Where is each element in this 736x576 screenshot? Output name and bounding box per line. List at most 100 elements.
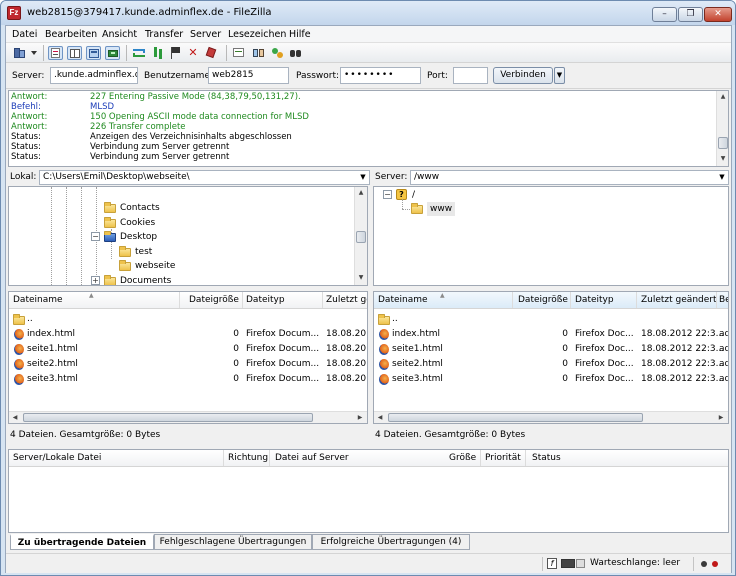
local-tree-scrollbar[interactable]: ▲ ▼ [354,187,367,285]
col-direction[interactable]: Richtung [228,453,268,463]
col-priority[interactable]: Priorität [485,453,521,463]
search-icon[interactable] [289,46,304,60]
remote-directory-tree[interactable]: −? / www [373,186,729,286]
toggle-log-icon[interactable] [48,46,63,60]
log-scrollbar[interactable]: ▲ ▼ [716,91,728,166]
tree-item[interactable]: webseite [9,259,349,273]
reconnect-icon[interactable] [204,46,219,60]
menu-bearbeiten[interactable]: Bearbeiten [45,29,97,40]
minimize-button[interactable]: – [652,7,677,22]
filter-status-icon[interactable]: f [547,558,557,569]
file-row[interactable]: index.html 0 Firefox Doc... 18.08.2012 22:3… [374,327,728,342]
username-input[interactable]: web2815 [208,67,289,84]
compare-icon[interactable] [251,46,266,60]
tree-item[interactable]: Cookies [9,216,349,230]
col-filesize[interactable]: Dateigröße [518,295,568,305]
tree-item[interactable]: test [9,245,349,259]
col-filetype[interactable]: Dateityp [246,295,285,305]
remote-list-hscrollbar[interactable]: ◀ ▶ [374,411,728,423]
dropdown-arrow-icon[interactable] [30,46,39,60]
col-filetype[interactable]: Dateityp [575,295,614,305]
menu-datei[interactable]: Datei [12,29,37,40]
local-path-input[interactable]: C:\Users\Emil\Desktop\webseite\ [39,170,370,185]
file-row[interactable]: seite1.html 0 Firefox Docum... 18.08.2012 [9,342,367,357]
menu-transfer[interactable]: Transfer [145,29,183,40]
toggle-remote-tree-icon[interactable] [86,46,101,60]
sync-browse-icon[interactable] [270,46,285,60]
scroll-right-icon[interactable]: ▶ [715,412,727,423]
local-path-dropdown-icon[interactable]: ▼ [357,171,369,184]
col-filename[interactable]: Dateiname [378,295,428,305]
message-log[interactable]: Antwort: 227 Entering Passive Mode (84,38… [8,90,729,167]
binary-mode-icon[interactable] [561,559,575,568]
scroll-left-icon[interactable]: ◀ [9,412,21,423]
column-separator[interactable] [480,450,481,466]
column-separator[interactable] [322,292,323,308]
file-row[interactable]: index.html 0 Firefox Docum... 18.08.2012 [9,327,367,342]
column-separator[interactable] [269,450,270,466]
collapse-icon[interactable]: − [383,190,392,199]
remote-path-input[interactable]: /www [410,170,729,185]
tab-queued-files[interactable]: Zu übertragende Dateien [10,534,154,550]
tree-item[interactable]: − Desktop [9,230,349,244]
col-size[interactable]: Größe [449,453,476,463]
file-row[interactable]: .. [374,312,724,327]
toggle-queue-icon[interactable] [105,46,120,60]
column-separator[interactable] [223,450,224,466]
disconnect-icon[interactable]: ✕ [186,46,201,60]
process-queue-icon[interactable] [151,46,166,60]
local-tree-scroll-thumb[interactable] [356,231,366,243]
column-separator[interactable] [525,450,526,466]
tab-failed-transfers[interactable]: Fehlgeschlagene Übertragungen [154,534,312,550]
col-permissions[interactable]: Be [719,295,728,305]
menu-hilfe[interactable]: Hilfe [289,29,311,40]
tab-successful-transfers[interactable]: Erfolgreiche Übertragungen (4) [312,534,470,550]
menu-ansicht[interactable]: Ansicht [102,29,137,40]
menu-server[interactable]: Server [190,29,221,40]
expand-icon[interactable]: + [91,275,100,285]
site-manager-icon[interactable] [12,46,27,60]
remote-file-list[interactable]: Dateiname ▲ Dateigröße Dateityp Zuletzt … [373,291,729,424]
tree-item[interactable]: + Documents [9,274,349,285]
local-file-list[interactable]: Dateiname ▲ Dateigröße Dateityp Zuletzt … [8,291,368,424]
scroll-down-icon[interactable]: ▼ [717,153,728,165]
scroll-up-icon[interactable]: ▲ [355,187,367,199]
scroll-left-icon[interactable]: ◀ [374,412,386,423]
scroll-down-icon[interactable]: ▼ [355,272,367,284]
file-row[interactable]: seite2.html 0 Firefox Docum... 18.08.2012 [9,357,367,372]
toggle-local-tree-icon[interactable] [67,46,82,60]
title-bar[interactable]: Fz web2815@379417.kunde.adminflex.de - F… [1,1,735,25]
server-input[interactable]: .kunde.adminflex.de [50,67,138,84]
file-row[interactable]: .. [9,312,359,327]
transfer-queue[interactable]: Server/Lokale Datei Richtung Datei auf S… [8,449,729,533]
col-filename[interactable]: Dateiname [13,295,63,305]
col-server-local-file[interactable]: Server/Lokale Datei [13,453,101,463]
file-row[interactable]: seite1.html 0 Firefox Doc... 18.08.2012 22:… [374,342,728,357]
file-row[interactable]: seite3.html 0 Firefox Docum... 18.08.2012 [9,372,367,387]
local-list-hscroll-thumb[interactable] [23,413,313,422]
col-status[interactable]: Status [532,453,561,463]
close-button[interactable]: ✕ [704,7,732,22]
local-directory-tree[interactable]: Contacts Cookies − Desktop test webseite + Docu… [8,186,368,286]
file-row[interactable]: seite3.html 0 Firefox Doc... 18.08.2012 22:… [374,372,728,387]
column-separator[interactable] [636,292,637,308]
refresh-icon[interactable] [132,46,147,60]
scroll-right-icon[interactable]: ▶ [354,412,366,423]
maximize-button[interactable]: ❐ [678,7,703,22]
tree-item[interactable]: −? / [374,188,574,202]
column-separator[interactable] [716,292,717,308]
column-separator[interactable] [179,292,180,308]
password-input[interactable]: •••••••• [340,67,421,84]
remote-list-hscroll-thumb[interactable] [388,413,643,422]
col-filesize[interactable]: Dateigröße [189,295,239,305]
port-input[interactable] [453,67,488,84]
filter-icon[interactable] [232,46,247,60]
column-separator[interactable] [570,292,571,308]
col-modified[interactable]: Zuletzt geändert [641,295,717,305]
col-modified[interactable]: Zuletzt ge [326,295,367,305]
remote-path-dropdown-icon[interactable]: ▼ [716,171,728,184]
connect-dropdown-icon[interactable]: ▼ [554,67,565,84]
log-scroll-thumb[interactable] [718,137,728,149]
column-separator[interactable] [242,292,243,308]
menu-lesezeichen[interactable]: Lesezeichen [228,29,286,40]
